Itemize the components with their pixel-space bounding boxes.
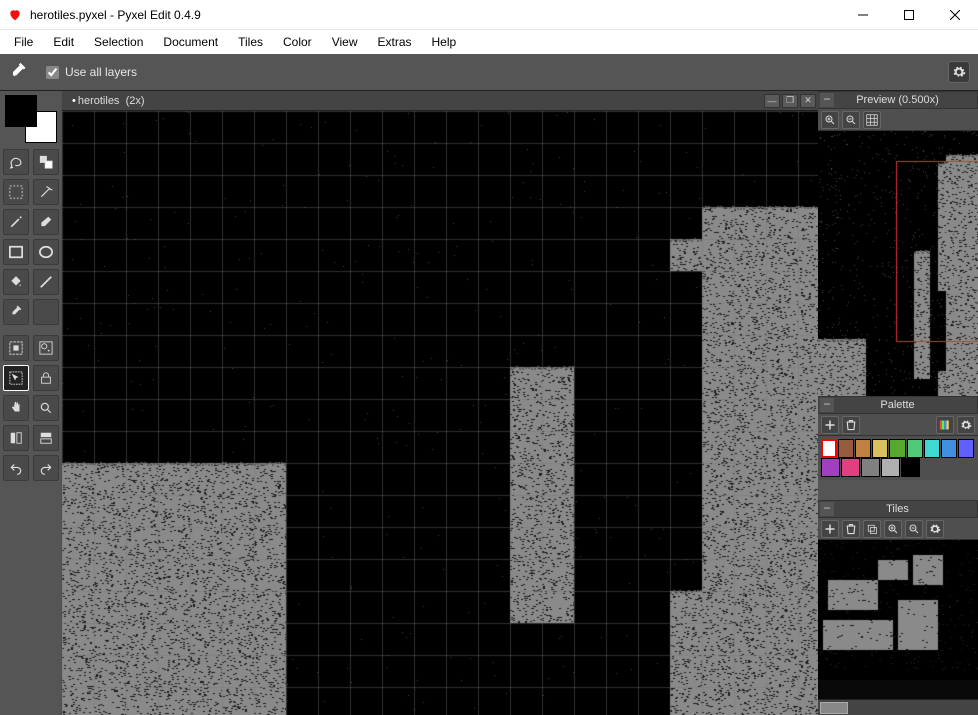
doc-maximize-button[interactable]: ❐ xyxy=(782,94,798,108)
bucket-icon[interactable] xyxy=(3,269,29,295)
menu-help[interactable]: Help xyxy=(422,32,467,52)
modified-indicator: • xyxy=(72,95,76,107)
palette-color[interactable] xyxy=(924,439,940,458)
eraser-icon[interactable] xyxy=(33,209,59,235)
tile-lock-icon[interactable] xyxy=(33,365,59,391)
fill-swap-icon[interactable] xyxy=(33,149,59,175)
doc-minimize-button[interactable]: — xyxy=(764,94,780,108)
palette-color[interactable] xyxy=(821,458,840,477)
menu-tiles[interactable]: Tiles xyxy=(228,32,273,52)
app-icon xyxy=(8,8,22,22)
tiles-canvas[interactable] xyxy=(818,540,978,699)
delete-icon-button[interactable] xyxy=(842,520,860,538)
marquee-icon[interactable] xyxy=(3,179,29,205)
settings-button[interactable] xyxy=(948,61,970,83)
tiles-scrollbar[interactable] xyxy=(818,699,978,715)
palette-color[interactable] xyxy=(901,458,920,477)
gear-icon-button[interactable] xyxy=(957,416,975,434)
palette-color[interactable] xyxy=(855,439,871,458)
palette-color[interactable] xyxy=(907,439,923,458)
eyedropper-icon xyxy=(8,62,28,82)
eyedropper-icon[interactable] xyxy=(3,299,29,325)
scrollbar-thumb[interactable] xyxy=(820,702,848,714)
palette-color[interactable] xyxy=(821,439,837,458)
menu-edit[interactable]: Edit xyxy=(43,32,84,52)
doc-close-button[interactable]: ✕ xyxy=(800,94,816,108)
menu-selection[interactable]: Selection xyxy=(84,32,153,52)
document-zoom: (2x) xyxy=(126,95,145,107)
toolbox xyxy=(0,91,62,715)
ellipse-icon[interactable] xyxy=(33,239,59,265)
zoom-in-icon-button[interactable] xyxy=(884,520,902,538)
copy-icon-button[interactable] xyxy=(863,520,881,538)
delete-icon-button[interactable] xyxy=(842,416,860,434)
tile-place-icon[interactable] xyxy=(3,365,29,391)
tiles-toolbar xyxy=(818,518,978,540)
menu-bar: FileEditSelectionDocumentTilesColorViewE… xyxy=(0,30,978,54)
tool-empty xyxy=(33,299,59,325)
add-icon-button[interactable] xyxy=(821,520,839,538)
preview-canvas[interactable] xyxy=(818,131,978,396)
rainbow-icon-button[interactable] xyxy=(936,416,954,434)
line-icon[interactable] xyxy=(33,269,59,295)
grid-icon-button[interactable] xyxy=(863,111,881,129)
document-name: herotiles xyxy=(78,95,120,107)
foreground-color[interactable] xyxy=(5,95,37,127)
window-titlebar: herotiles.pyxel - Pyxel Edit 0.4.9 xyxy=(0,0,978,30)
palette-color[interactable] xyxy=(941,439,957,458)
gear-icon-button[interactable] xyxy=(926,520,944,538)
tiles-panel-header: − Tiles xyxy=(818,500,978,518)
close-button[interactable] xyxy=(932,0,978,29)
context-toolbar: Use all layers xyxy=(0,54,978,91)
palette-collapse-button[interactable]: − xyxy=(820,398,834,412)
preview-collapse-button[interactable]: − xyxy=(820,93,834,107)
palette-color[interactable] xyxy=(838,439,854,458)
tile-select-icon[interactable] xyxy=(33,335,59,361)
menu-document[interactable]: Document xyxy=(153,32,228,52)
menu-file[interactable]: File xyxy=(4,32,43,52)
palette-color[interactable] xyxy=(841,458,860,477)
add-icon-button[interactable] xyxy=(821,416,839,434)
lasso-icon[interactable] xyxy=(3,149,29,175)
color-swatch[interactable] xyxy=(5,95,57,143)
preview-panel-header: − Preview (0.500x) xyxy=(818,91,978,109)
canvas[interactable] xyxy=(62,111,818,715)
undo-icon[interactable] xyxy=(3,455,29,481)
palette-color[interactable] xyxy=(872,439,888,458)
rect-icon[interactable] xyxy=(3,239,29,265)
flip-h-icon[interactable] xyxy=(3,425,29,451)
pencil-icon[interactable] xyxy=(3,209,29,235)
minimize-button[interactable] xyxy=(840,0,886,29)
hand-icon[interactable] xyxy=(3,395,29,421)
menu-color[interactable]: Color xyxy=(273,32,322,52)
wand-icon[interactable] xyxy=(33,179,59,205)
use-all-layers-checkbox[interactable]: Use all layers xyxy=(46,65,137,79)
palette-color[interactable] xyxy=(889,439,905,458)
preview-toolbar xyxy=(818,109,978,131)
side-panels: − Preview (0.500x) − Palette − Tiles xyxy=(818,91,978,715)
maximize-button[interactable] xyxy=(886,0,932,29)
palette-panel-header: − Palette xyxy=(818,396,978,414)
palette-color[interactable] xyxy=(958,439,974,458)
zoom-icon[interactable] xyxy=(33,395,59,421)
menu-extras[interactable]: Extras xyxy=(367,32,421,52)
palette-color[interactable] xyxy=(861,458,880,477)
palette-toolbar xyxy=(818,414,978,436)
window-title: herotiles.pyxel - Pyxel Edit 0.4.9 xyxy=(30,8,201,22)
palette-color[interactable] xyxy=(881,458,900,477)
zoom-out-icon-button[interactable] xyxy=(842,111,860,129)
redo-icon[interactable] xyxy=(33,455,59,481)
document-tab-bar: • herotiles (2x) — ❐ ✕ xyxy=(62,91,818,111)
tile-region-icon[interactable] xyxy=(3,335,29,361)
tiles-collapse-button[interactable]: − xyxy=(820,502,834,516)
flip-v-icon[interactable] xyxy=(33,425,59,451)
zoom-in-icon-button[interactable] xyxy=(821,111,839,129)
menu-view[interactable]: View xyxy=(322,32,368,52)
zoom-out-icon-button[interactable] xyxy=(905,520,923,538)
palette-body xyxy=(818,436,978,480)
